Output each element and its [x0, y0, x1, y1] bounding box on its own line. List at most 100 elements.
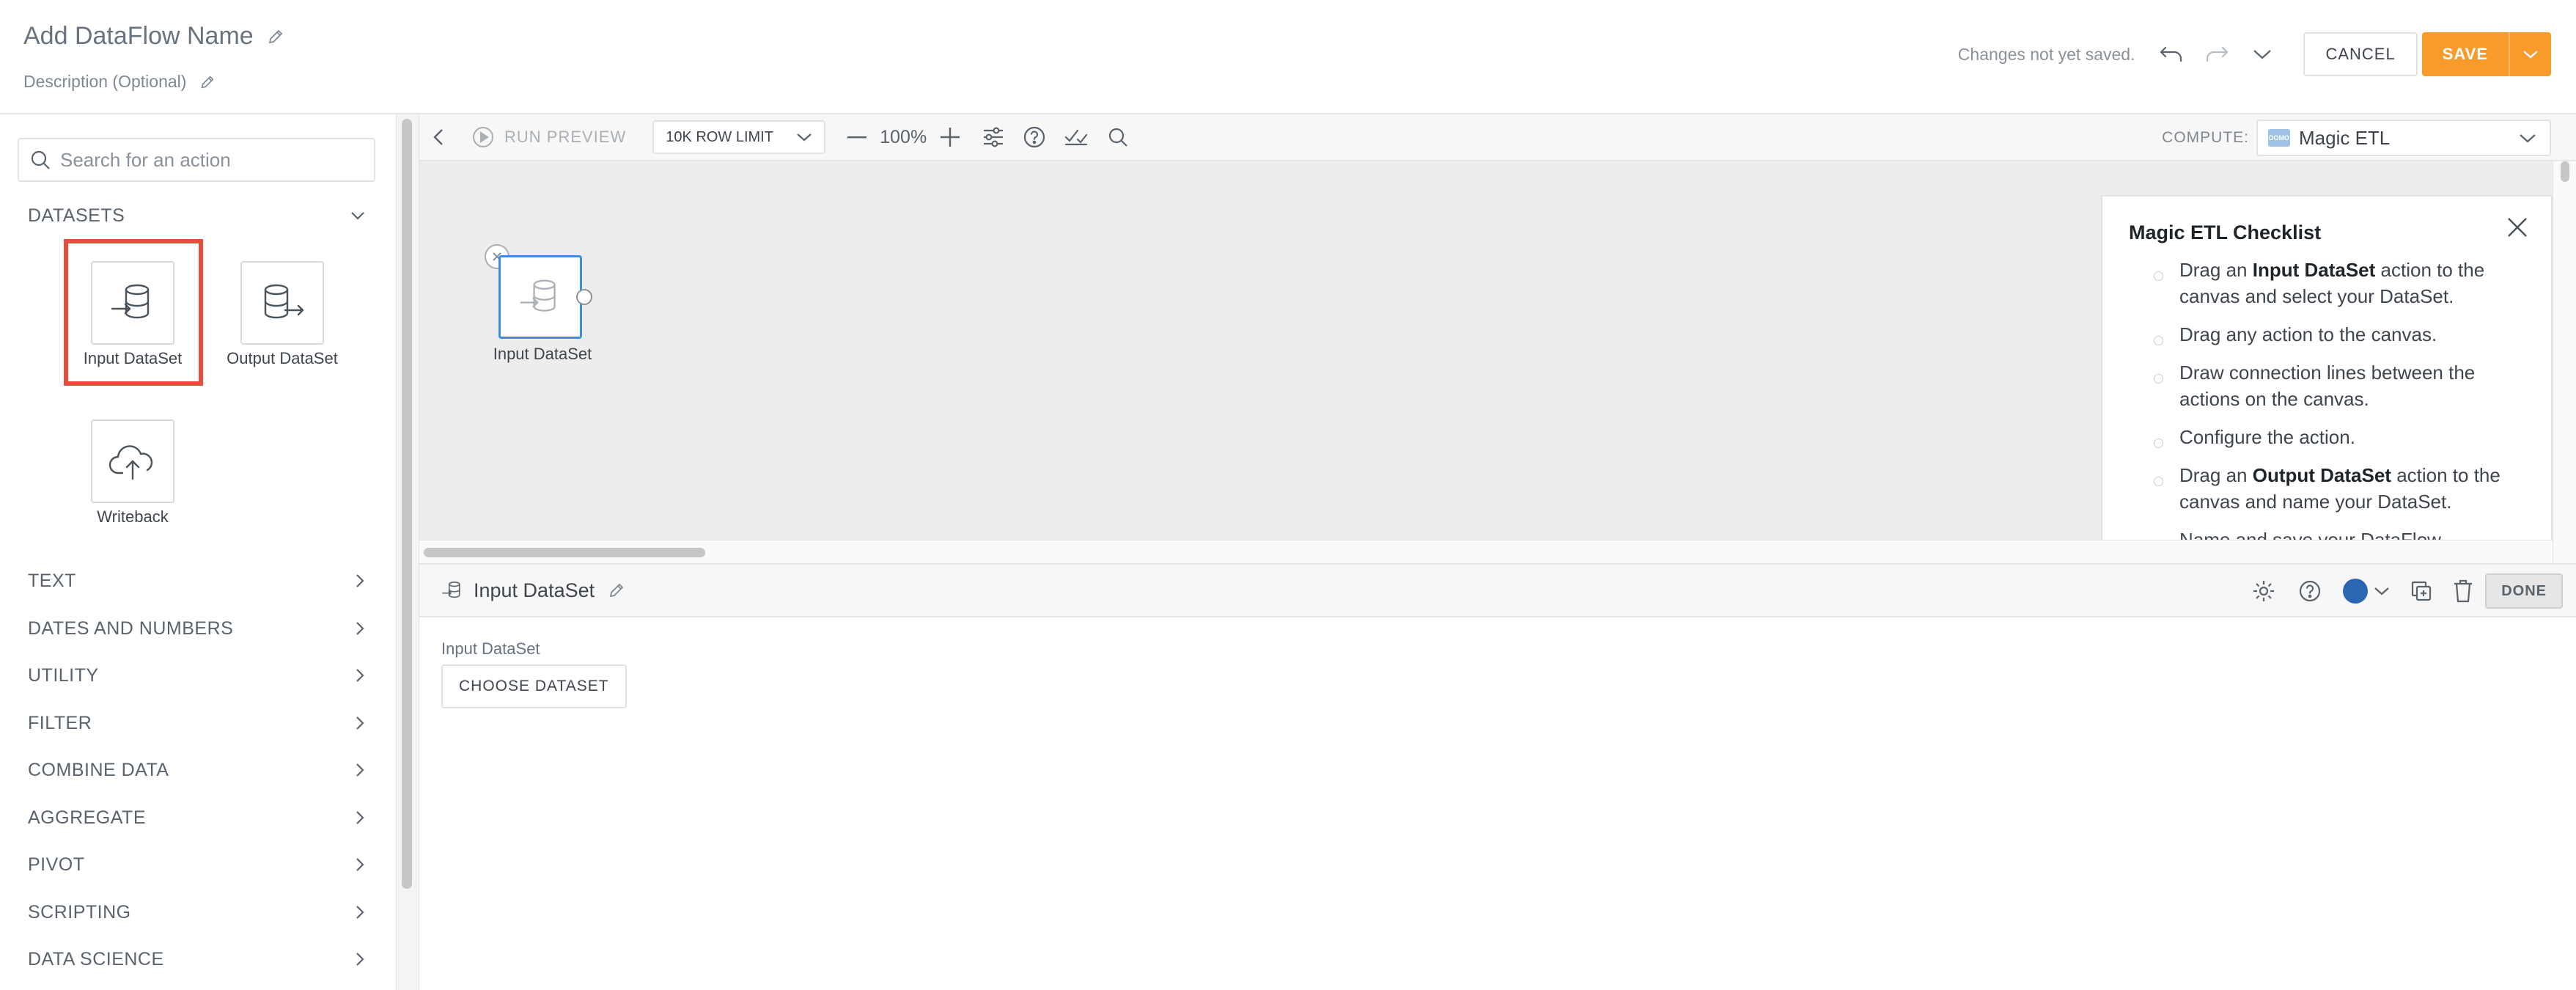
- scrollbar-thumb[interactable]: [424, 548, 705, 557]
- checklist-text: Configure the action.: [2179, 426, 2355, 448]
- category-label: DATA SCIENCE: [28, 948, 164, 969]
- canvas-toolbar: RUN PREVIEW 10K ROW LIMIT 100% COMPUTE: …: [419, 114, 2576, 161]
- cloud-upload-icon: [108, 441, 158, 482]
- search-input[interactable]: [60, 148, 368, 172]
- scrollbar-thumb[interactable]: [2561, 161, 2569, 182]
- chevron-right-icon: [355, 668, 365, 683]
- input-dataset-node[interactable]: [498, 255, 582, 339]
- compute-value: Magic ETL: [2299, 126, 2391, 149]
- details-title[interactable]: Input DataSet: [474, 579, 595, 602]
- save-status: Changes not yet saved.: [1957, 44, 2135, 64]
- category-label: COMBINE DATA: [28, 759, 169, 780]
- description-row[interactable]: Description (Optional): [23, 72, 216, 92]
- category-scripting[interactable]: SCRIPTING: [28, 898, 365, 927]
- category-pivot[interactable]: PIVOT: [28, 850, 365, 879]
- tile-label: Writeback: [97, 507, 169, 526]
- checklist-item: Drag an Output DataSet action to the can…: [2129, 462, 2525, 515]
- canvas-vertical-scrollbar[interactable]: [2553, 161, 2576, 563]
- trash-icon[interactable]: [2453, 579, 2473, 603]
- category-text[interactable]: TEXT: [28, 566, 365, 595]
- chevron-right-icon: [355, 573, 365, 588]
- category-aggregate[interactable]: AGGREGATE: [28, 803, 365, 832]
- checklist-bullet: [2154, 374, 2163, 384]
- dataflow-title-row[interactable]: Add DataFlow Name: [23, 22, 284, 51]
- checklist-item: Drag any action to the canvas.: [2129, 321, 2525, 348]
- pencil-icon[interactable]: [267, 28, 284, 45]
- checklist-bullet: [2154, 477, 2163, 486]
- category-label: DATES AND NUMBERS: [28, 617, 234, 639]
- cancel-button[interactable]: CANCEL: [2303, 32, 2418, 76]
- search-icon: [29, 149, 51, 171]
- category-utility[interactable]: UTILITY: [28, 661, 365, 690]
- chevron-down-icon[interactable]: [2245, 37, 2280, 72]
- duplicate-icon[interactable]: [2410, 580, 2432, 602]
- domo-logo-icon: DOMO: [2268, 129, 2290, 147]
- row-limit-value: 10K ROW LIMIT: [666, 128, 773, 145]
- action-search[interactable]: [18, 138, 375, 182]
- tile-label: Output DataSet: [227, 349, 338, 367]
- chevron-right-icon: [355, 810, 365, 825]
- help-icon[interactable]: [1023, 114, 1045, 161]
- details-header: Input DataSet DONE: [419, 563, 2576, 617]
- chevron-down-icon: [796, 132, 812, 142]
- chevron-down-icon: [350, 210, 365, 221]
- dataflow-description[interactable]: Description (Optional): [23, 72, 186, 92]
- search-icon[interactable]: [1107, 114, 1129, 161]
- checklist-panel: Magic ETL Checklist Drag an Input DataSe…: [2101, 195, 2553, 563]
- chevron-down-icon[interactable]: [2374, 586, 2390, 596]
- category-label: SCRIPTING: [28, 901, 131, 923]
- scrollbar-thumb[interactable]: [402, 119, 412, 889]
- chevron-down-icon: [2519, 133, 2536, 143]
- database-input-icon: [441, 580, 463, 601]
- category-label: UTILITY: [28, 664, 99, 686]
- category-dates-and-numbers[interactable]: DATES AND NUMBERS: [28, 614, 365, 643]
- pencil-icon[interactable]: [608, 582, 625, 599]
- choose-dataset-button[interactable]: CHOOSE DATASET: [441, 664, 627, 708]
- zoom-in-icon[interactable]: [940, 114, 960, 161]
- checklist-bullet: [2154, 336, 2163, 345]
- play-circle-icon: [472, 126, 494, 148]
- run-preview-button[interactable]: RUN PREVIEW: [472, 126, 626, 148]
- save-button[interactable]: SAVE: [2421, 32, 2509, 76]
- checklist-bullet: [2154, 439, 2163, 448]
- chevron-right-icon: [355, 621, 365, 636]
- pencil-icon[interactable]: [199, 74, 216, 90]
- category-filter[interactable]: FILTER: [28, 708, 365, 738]
- category-label: FILTER: [28, 712, 92, 733]
- undo-icon[interactable]: [2154, 37, 2189, 72]
- canvas-horizontal-scrollbar[interactable]: [419, 540, 2553, 563]
- output-dataset-tile[interactable]: [240, 261, 324, 345]
- save-options-button[interactable]: [2509, 32, 2551, 76]
- compute-select[interactable]: DOMO Magic ETL: [2256, 120, 2551, 156]
- checklist-text: Draw connection lines between the action…: [2179, 362, 2476, 410]
- header-actions: Changes not yet saved. CANCEL SAVE: [1958, 32, 2551, 76]
- checklist-bullet: [2154, 271, 2163, 281]
- details-actions: DONE: [2252, 573, 2563, 609]
- sidebar-scrollbar[interactable]: [396, 114, 419, 990]
- checklist-icon[interactable]: [1064, 114, 1088, 161]
- collapse-sidebar-icon[interactable]: [433, 114, 444, 161]
- close-icon[interactable]: [2506, 216, 2529, 239]
- category-data-science[interactable]: DATA SCIENCE: [28, 945, 365, 974]
- zoom-out-icon[interactable]: [847, 114, 867, 161]
- done-button[interactable]: DONE: [2485, 573, 2563, 609]
- settings-sliders-icon[interactable]: [982, 114, 1004, 161]
- checklist-item: Drag an Input DataSet action to the canv…: [2129, 257, 2525, 309]
- node-color-swatch[interactable]: [2343, 579, 2369, 604]
- category-label: TEXT: [28, 570, 76, 591]
- row-limit-select[interactable]: 10K ROW LIMIT: [652, 120, 826, 154]
- category-combine-data[interactable]: COMBINE DATA: [28, 755, 365, 785]
- category-datasets[interactable]: DATASETS: [28, 201, 365, 230]
- chevron-right-icon: [355, 952, 365, 967]
- writeback-tile[interactable]: [91, 419, 174, 503]
- node-output-port[interactable]: [576, 289, 592, 305]
- gear-icon[interactable]: [2252, 579, 2275, 603]
- redo-icon[interactable]: [2199, 37, 2234, 72]
- chevron-right-icon: [355, 716, 365, 730]
- category-label: AGGREGATE: [28, 807, 147, 828]
- run-preview-label: RUN PREVIEW: [504, 128, 627, 146]
- dataflow-name[interactable]: Add DataFlow Name: [23, 22, 254, 51]
- help-icon[interactable]: [2299, 580, 2321, 602]
- database-input-icon: [518, 276, 562, 318]
- details-body: Input DataSet CHOOSE DATASET: [419, 617, 2576, 990]
